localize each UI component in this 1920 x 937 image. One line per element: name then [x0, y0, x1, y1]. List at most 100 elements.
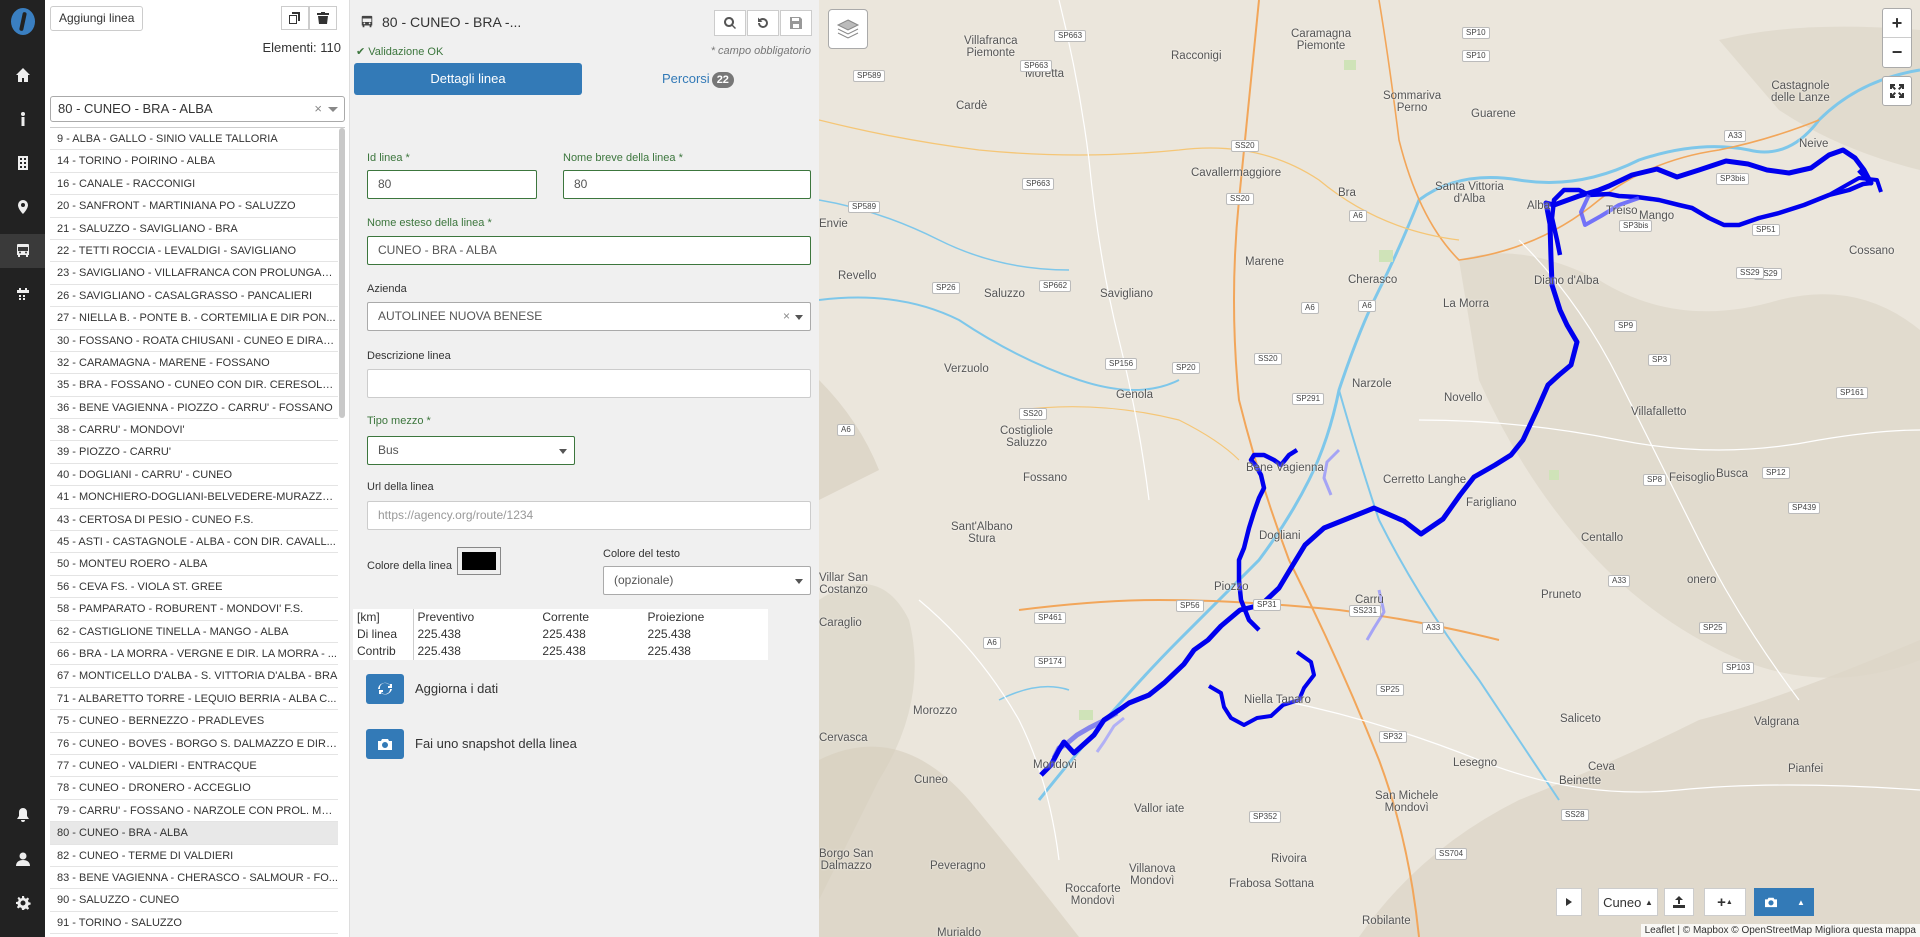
- camera-button[interactable]: [1754, 888, 1788, 916]
- info-icon[interactable]: [0, 102, 45, 136]
- list-item[interactable]: 30 - FOSSANO - ROATA CHIUSANI - CUNEO E …: [50, 330, 338, 352]
- list-item[interactable]: 14 - TORINO - POIRINO - ALBA: [50, 150, 338, 173]
- list-item[interactable]: 9 - ALBA - GALLO - SINIO VALLE TALLORIA: [50, 128, 338, 151]
- list-item[interactable]: 75 - CUNEO - BERNEZZO - PRADLEVES: [50, 710, 338, 733]
- list-item[interactable]: 43 - CERTOSA DI PESIO - CUNEO F.S.: [50, 509, 338, 532]
- map-view[interactable]: Caramagna Piemonte Racconigi Villafranca P…: [819, 0, 1920, 937]
- save-icon[interactable]: [780, 10, 812, 36]
- add-dropdown-button[interactable]: + ▲: [1704, 888, 1746, 916]
- region-dropdown[interactable]: Cuneo ▲: [1598, 888, 1658, 916]
- list-item[interactable]: 39 - PIOZZO - CARRU': [50, 441, 338, 464]
- zoom-in-button[interactable]: +: [1883, 9, 1911, 38]
- list-item[interactable]: 76 - CUNEO - BOVES - BORGO S. DALMAZZO E…: [50, 733, 338, 755]
- list-item[interactable]: 71 - ALBARETTO TORRE - LEQUIO BERRIA - A…: [50, 688, 338, 711]
- list-item[interactable]: 67 - MONTICELLO D'ALBA - S. VITTORIA D'A…: [50, 665, 338, 688]
- list-item[interactable]: 35 - BRA - FOSSANO - CUNEO CON DIR. CERE…: [50, 374, 338, 397]
- vehicle-type-select[interactable]: Bus: [367, 436, 575, 465]
- list-item[interactable]: 62 - CASTIGLIONE TINELLA - MANGO - ALBA: [50, 621, 338, 643]
- search-icon[interactable]: [714, 10, 746, 36]
- road-label: SS20: [1226, 193, 1254, 205]
- list-item[interactable]: 79 - CARRU' - FOSSANO - NARZOLE CON PROL…: [50, 800, 338, 823]
- text-color-select[interactable]: (opzionale): [603, 566, 811, 595]
- road-label: SP174: [1034, 656, 1067, 668]
- list-item[interactable]: 16 - CANALE - RACCONIGI: [50, 173, 338, 196]
- description-input[interactable]: [367, 369, 811, 398]
- gear-icon[interactable]: [0, 886, 45, 920]
- url-input[interactable]: https://agency.org/route/1234: [367, 501, 811, 530]
- place-label: Robilante: [1362, 915, 1411, 927]
- zoom-control: + −: [1882, 8, 1912, 68]
- list-item[interactable]: 26 - SAVIGLIANO - CASALGRASSO - PANCALIE…: [50, 285, 338, 308]
- place-label: Piozzo: [1214, 581, 1249, 593]
- trash-icon[interactable]: [309, 6, 337, 30]
- route-segment[interactable]: [1322, 448, 1341, 496]
- undo-icon[interactable]: [747, 10, 779, 36]
- list-item[interactable]: 77 - CUNEO - VALDIERI - ENTRACQUE: [50, 755, 338, 778]
- road-label: SP3bis: [1716, 173, 1750, 185]
- bus-icon[interactable]: [0, 234, 45, 268]
- list-item[interactable]: 27 - NIELLA B. - PONTE B. - CORTEMILIA E…: [50, 307, 338, 330]
- clear-icon[interactable]: ×: [314, 97, 322, 121]
- route-segment[interactable]: [1207, 650, 1316, 727]
- table-cell: 225.438: [417, 627, 461, 641]
- line-select[interactable]: 80 - CUNEO - BRA - ALBA ×: [50, 96, 345, 122]
- list-item[interactable]: 83 - BENE VAGIENNA - CHERASCO - SALMOUR …: [50, 867, 338, 890]
- clear-icon[interactable]: ×: [783, 303, 790, 330]
- logo-icon[interactable]: [11, 8, 35, 35]
- list-item[interactable]: 20 - SANFRONT - MARTINIANA PO - SALUZZO: [50, 195, 338, 218]
- agency-select[interactable]: AUTOLINEE NUOVA BENESE ×: [367, 302, 811, 331]
- copy-icon[interactable]: [281, 6, 309, 30]
- list-item[interactable]: 21 - SALUZZO - SAVIGLIANO - BRA: [50, 218, 338, 240]
- element-count: Elementi: 110: [262, 40, 341, 55]
- list-item[interactable]: 78 - CUNEO - DRONERO - ACCEGLIO: [50, 777, 338, 800]
- building-icon[interactable]: [0, 146, 45, 180]
- map-attribution[interactable]: Leaflet | © Mapbox © OpenStreetMap Migli…: [1640, 924, 1920, 937]
- camera-dropdown-button[interactable]: ▲: [1788, 888, 1814, 916]
- layers-control[interactable]: [828, 9, 868, 49]
- route-segment[interactable]: [1549, 180, 1872, 256]
- place-label: Narzole: [1352, 378, 1392, 390]
- place-label: Sommariva Perno: [1383, 90, 1442, 114]
- id-input[interactable]: 80: [367, 170, 537, 199]
- list-item[interactable]: 22 - TETTI ROCCIA - LEVALDIGI - SAVIGLIA…: [50, 240, 338, 263]
- home-icon[interactable]: [0, 58, 45, 92]
- refresh-button[interactable]: [366, 674, 404, 704]
- list-item[interactable]: 82 - CUNEO - TERME DI VALDIERI: [50, 845, 338, 867]
- list-item[interactable]: 50 - MONTEU ROERO - ALBA: [50, 553, 338, 576]
- line-color-picker[interactable]: [457, 547, 501, 575]
- list-item[interactable]: 23 - SAVIGLIANO - VILLAFRANCA CON PROLUN…: [50, 262, 338, 285]
- list-item[interactable]: 90 - SALUZZO - CUNEO: [50, 889, 338, 912]
- play-button[interactable]: [1556, 888, 1582, 916]
- route-polyline[interactable]: [819, 0, 1920, 937]
- calendar-icon[interactable]: [0, 278, 45, 312]
- list-item[interactable]: 40 - DOGLIANI - CARRU' - CUNEO: [50, 464, 338, 487]
- tab-line-details[interactable]: Dettagli linea: [354, 63, 582, 95]
- table-cell: 225.438: [647, 644, 691, 658]
- list-item[interactable]: 36 - BENE VAGIENNA - PIOZZO - CARRU' - F…: [50, 397, 338, 420]
- add-line-button[interactable]: Aggiungi linea: [50, 6, 144, 31]
- list-item[interactable]: 58 - PAMPARATO - ROBURENT - MONDOVI' F.S…: [50, 598, 338, 621]
- tab-routes[interactable]: Percorsi 22: [662, 63, 734, 95]
- list-item[interactable]: 56 - CEVA FS. - VIOLA ST. GREE: [50, 576, 338, 599]
- road-label: SP32: [1379, 731, 1407, 743]
- list-item[interactable]: 41 - MONCHIERO-DOGLIANI-BELVEDERE-MURAZZ…: [50, 486, 338, 509]
- short-name-input[interactable]: 80: [563, 170, 811, 199]
- fullscreen-button[interactable]: [1882, 76, 1912, 106]
- long-name-input[interactable]: CUNEO - BRA - ALBA: [367, 236, 811, 265]
- map-marker-icon[interactable]: [0, 190, 45, 224]
- bell-icon[interactable]: [0, 798, 45, 832]
- list-item[interactable]: 38 - CARRU' - MONDOVI': [50, 419, 338, 442]
- list-item[interactable]: 80 - CUNEO - BRA - ALBA: [50, 822, 338, 845]
- agency-label: Azienda: [367, 283, 407, 295]
- upload-button[interactable]: [1664, 888, 1694, 916]
- user-icon[interactable]: [0, 842, 45, 876]
- list-item[interactable]: 91 - TORINO - SALUZZO: [50, 912, 338, 935]
- zoom-out-button[interactable]: −: [1883, 38, 1911, 67]
- snapshot-button[interactable]: [366, 729, 404, 759]
- chevron-down-icon[interactable]: [328, 107, 338, 117]
- list-item[interactable]: 66 - BRA - LA MORRA - VERGNE E DIR. LA M…: [50, 643, 338, 666]
- route-main[interactable]: [1039, 147, 1874, 777]
- list-item[interactable]: 45 - ASTI - CASTAGNOLE - ALBA - CON DIR.…: [50, 531, 338, 554]
- list-item[interactable]: 32 - CARAMAGNA - MARENE - FOSSANO: [50, 352, 338, 375]
- list-scrollbar[interactable]: [339, 128, 345, 418]
